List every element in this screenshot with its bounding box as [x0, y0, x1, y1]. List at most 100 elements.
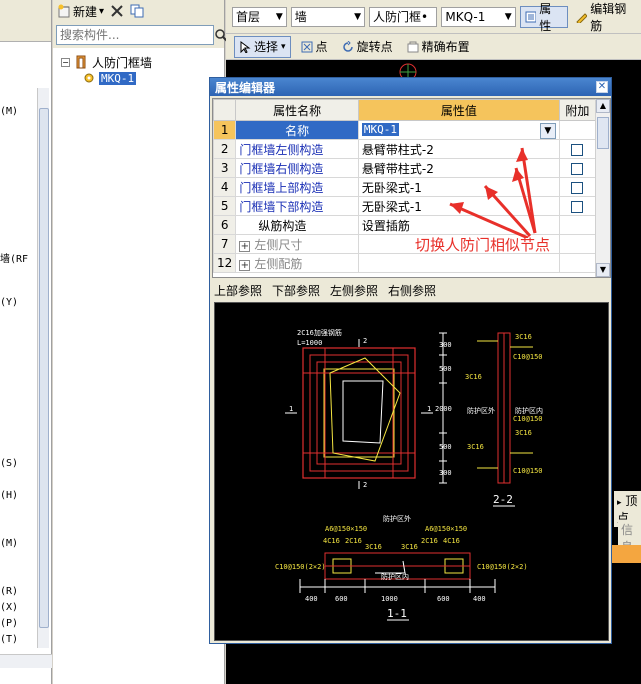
section-mark: 防护区外 — [467, 406, 495, 415]
section-label-2-2: 2-2 — [493, 493, 513, 506]
node-preview: 1 1 2 2 2C16加强钢筋 L=1000 300 500 2000 500 3… — [214, 302, 609, 641]
attach-cell — [558, 234, 597, 254]
properties-label: 属性 — [539, 1, 552, 33]
row-number: 7 — [212, 234, 237, 254]
left-panel-header — [0, 0, 51, 42]
svg-text:2: 2 — [363, 481, 367, 489]
column-header-attach: 附加 — [558, 99, 597, 121]
property-value-cell[interactable]: MKQ-1 ▼ — [357, 120, 560, 140]
attach-checkbox[interactable] — [571, 162, 584, 175]
section-dim: 500 — [439, 443, 452, 451]
subcategory-select[interactable]: 人防门框• — [368, 6, 438, 27]
section-2-2: 300 500 2000 500 300 3C16 C10@150 3C16 C… — [435, 332, 543, 507]
property-name: 门框墙下部构造 — [235, 196, 359, 216]
edit-rebar-label: 编辑钢筋 — [590, 1, 627, 33]
expand-icon[interactable]: + — [239, 259, 251, 271]
table-row[interactable]: 1 名称 MKQ-1 ▼ — [212, 120, 597, 140]
properties-button[interactable]: 属性 — [519, 2, 568, 33]
left-panel: (M) 墙(RF (Y) (S) (H) (M) (R) (X) (P) (T) — [0, 0, 52, 684]
section-rebar: 3C16 — [467, 443, 484, 451]
tree-root-node[interactable]: − 人防门框墙 — [61, 54, 224, 70]
select-button[interactable]: 选择 ▾ — [234, 35, 291, 58]
new-button[interactable]: 新建 ▾ — [57, 3, 104, 20]
grid-scrollbar[interactable]: ▲ ▼ — [595, 99, 610, 277]
bottom-dim: 600 — [335, 595, 348, 603]
search-input[interactable] — [56, 25, 214, 45]
table-row[interactable]: 12 + 左侧配筋 — [212, 253, 597, 273]
tree-child-label: MKQ-1 — [99, 71, 137, 85]
scroll-down-button[interactable]: ▼ — [596, 263, 610, 277]
delete-button[interactable] — [110, 4, 124, 18]
chevron-down-icon: ▼ — [275, 11, 283, 22]
scroll-thumb[interactable] — [39, 108, 49, 628]
subcategory-value: 人防门框• — [372, 10, 429, 24]
floor-select[interactable]: 首层 ▼ — [232, 6, 287, 27]
attach-checkbox[interactable] — [571, 200, 584, 213]
property-value-input[interactable]: MKQ-1 — [361, 122, 400, 136]
property-value — [357, 253, 560, 273]
point-label: 点 — [315, 40, 328, 54]
attach-checkbox[interactable] — [571, 143, 584, 156]
bottom-note-mid: 防护区内 — [381, 572, 409, 581]
door-frame-icon — [76, 55, 86, 69]
dialog-title-bar[interactable]: 属性编辑器 ✕ — [210, 78, 611, 96]
attach-cell — [558, 253, 597, 273]
property-name: 纵筋构造 — [235, 215, 359, 235]
row-number: 5 — [212, 196, 237, 216]
property-group[interactable]: + 左侧尺寸 — [235, 234, 359, 254]
component-select[interactable]: MKQ-1 ▼ — [441, 6, 516, 27]
property-group[interactable]: + 左侧配筋 — [235, 253, 359, 273]
node-drawing: 1 1 2 2 2C16加强钢筋 L=1000 300 500 2000 500 3… — [275, 328, 543, 621]
left-fragment: (Y) — [0, 297, 19, 308]
edit-rebar-icon — [575, 12, 588, 23]
bottom-dim: 400 — [305, 595, 318, 603]
scroll-up-button[interactable]: ▲ — [596, 99, 610, 113]
tab-bottom-reference[interactable]: 下部参照 — [272, 282, 320, 299]
rotate-point-button[interactable]: 旋转点 — [338, 36, 397, 58]
tab-top-reference[interactable]: 上部参照 — [214, 282, 262, 299]
bottom-side: C10@150(2×2) — [275, 563, 326, 571]
bottom-rebar-left: 4C16 — [323, 537, 340, 545]
property-name: 门框墙左侧构造 — [235, 139, 359, 159]
point-button[interactable]: 点 — [297, 36, 332, 58]
row-number: 6 — [212, 215, 237, 235]
scroll-thumb[interactable] — [597, 117, 609, 149]
edit-rebar-button[interactable]: 编辑钢筋 — [572, 2, 641, 33]
column-header-value: 属性值 — [357, 99, 560, 121]
tab-right-reference[interactable]: 右侧参照 — [388, 282, 436, 299]
category-select[interactable]: 墙 ▼ — [290, 6, 365, 27]
section-rebar: C10@150 — [513, 353, 543, 361]
left-panel-scrollbar[interactable] — [37, 88, 49, 648]
bottom-rebar-right: 2C16 — [421, 537, 438, 545]
precise-place-button[interactable]: 精确布置 — [403, 36, 474, 58]
chevron-right-icon: ▸ — [617, 498, 622, 508]
tree-child-node[interactable]: MKQ-1 — [61, 70, 224, 86]
property-name: 门框墙上部构造 — [235, 177, 359, 197]
section-rebar: C10@150 — [513, 415, 543, 423]
row-number: 4 — [212, 177, 237, 197]
rotate-icon — [342, 40, 353, 52]
left-fragment: (X) — [0, 602, 19, 613]
value-dropdown-button[interactable]: ▼ — [539, 122, 556, 139]
property-name: 左侧配筋 — [254, 256, 303, 271]
left-fragment: (M) — [0, 106, 19, 117]
attach-cell — [558, 158, 597, 178]
copy-icon — [130, 4, 144, 18]
close-button[interactable]: ✕ — [596, 81, 608, 93]
table-header-row: 属性名称 属性值 附加 — [212, 99, 597, 121]
left-fragment: (T) — [0, 634, 19, 645]
copy-button[interactable] — [130, 4, 144, 18]
attach-checkbox[interactable] — [571, 181, 584, 194]
category-value: 墙 — [294, 10, 307, 24]
tab-left-reference[interactable]: 左侧参照 — [330, 282, 378, 299]
left-panel-hscrollbar[interactable] — [0, 654, 52, 668]
left-fragment: (H) — [0, 490, 19, 501]
bottom-rebar-right: A6@150×150 — [425, 525, 467, 533]
collapse-toggle[interactable]: − — [61, 57, 70, 67]
chevron-down-icon: ▼ — [354, 11, 361, 22]
precise-place-label: 精确布置 — [421, 40, 470, 54]
section-label-1-1: 1-1 — [387, 607, 407, 620]
section-rebar: C10@150 — [513, 467, 543, 475]
plan-note: L=1000 — [297, 339, 322, 347]
expand-icon[interactable]: + — [239, 240, 251, 252]
